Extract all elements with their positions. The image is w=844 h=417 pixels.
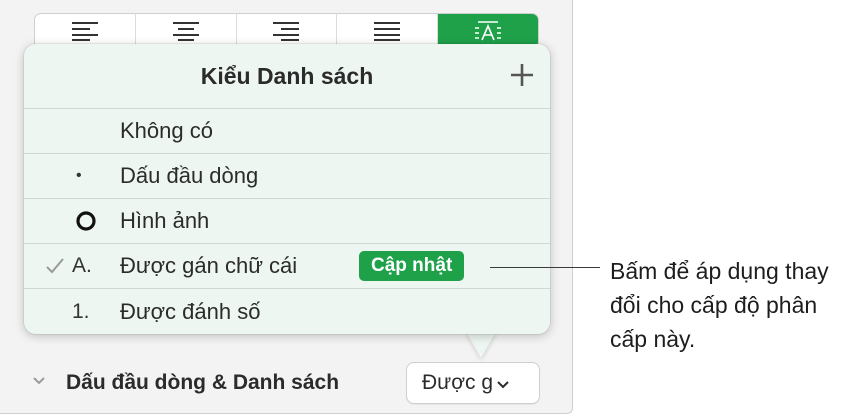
text-auto-fit-button[interactable]	[438, 14, 538, 48]
align-left-icon	[71, 22, 98, 41]
popover-header: Kiểu Danh sách	[24, 44, 550, 108]
section-title: Dấu đầu dòng & Danh sách	[66, 371, 340, 394]
update-button[interactable]: Cập nhật	[359, 251, 465, 281]
list-style-value: Được g	[422, 371, 494, 394]
chevron-down-icon	[497, 380, 509, 388]
justify-button[interactable]	[337, 14, 439, 48]
callout-text: Bấm để áp dụng thay đổi cho cấp độ phân …	[610, 258, 829, 352]
list-item-label: Hình ảnh	[120, 208, 210, 233]
list-item-numbered[interactable]: 1. Được đánh số	[24, 288, 550, 334]
list-item-label: Được đánh số	[120, 298, 261, 324]
plus-icon[interactable]	[508, 61, 536, 89]
list-item-label: Được gán chữ cái	[120, 253, 298, 278]
list-item-none[interactable]: Không có	[24, 108, 550, 153]
list-item-lettered[interactable]: A. Được gán chữ cái Cập nhật	[24, 243, 550, 288]
align-right-button[interactable]	[237, 14, 338, 48]
list-item-bullet[interactable]: • Dấu đầu dòng	[24, 153, 550, 198]
lettered-marker: A.	[72, 254, 92, 277]
bullet-marker: •	[76, 167, 82, 184]
callout-leader-line	[490, 267, 600, 268]
image-bullet-icon	[75, 210, 105, 232]
list-style-popover: Kiểu Danh sách Không có • Dấu đầu dòng H…	[24, 44, 550, 334]
align-left-button[interactable]	[35, 14, 136, 48]
list-style-popup[interactable]: Được g	[406, 362, 540, 404]
numbered-marker: 1.	[72, 299, 90, 323]
popover-title: Kiểu Danh sách	[200, 62, 374, 89]
text-auto-fit-icon	[475, 21, 502, 41]
align-center-button[interactable]	[136, 14, 237, 48]
align-center-icon	[172, 22, 199, 41]
justify-icon	[374, 22, 401, 41]
bullets-lists-section: Dấu đầu dòng & Danh sách Được g	[0, 362, 573, 406]
align-right-icon	[273, 22, 300, 41]
list-item-label: Không có	[120, 118, 213, 143]
list-item-label: Dấu đầu dòng	[120, 163, 259, 188]
list-item-image[interactable]: Hình ảnh	[24, 198, 550, 243]
popover-arrow	[466, 332, 496, 358]
checkmark-icon	[44, 257, 66, 275]
chevron-down-icon[interactable]	[32, 376, 46, 386]
